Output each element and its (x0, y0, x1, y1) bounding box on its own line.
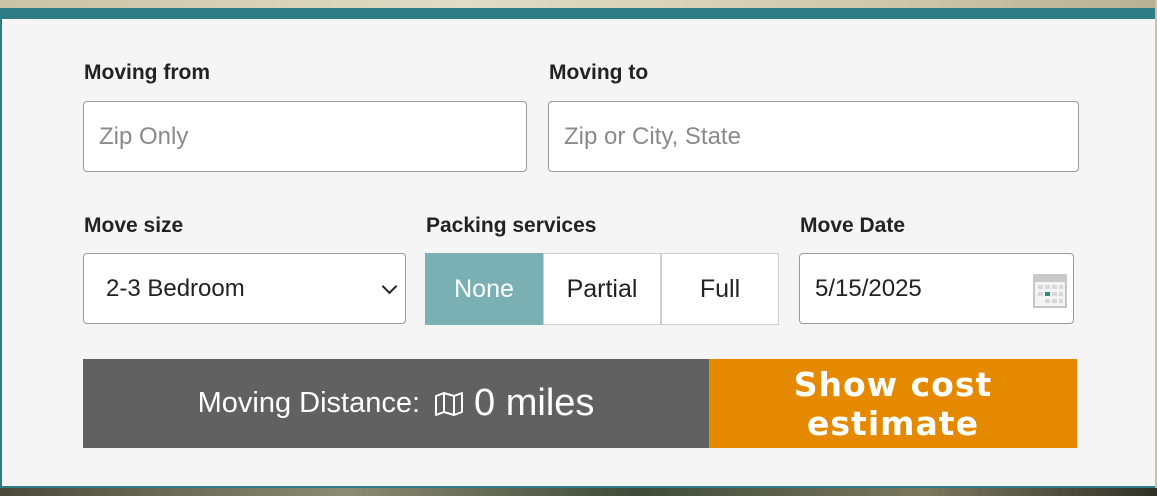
packing-option-full[interactable]: Full (661, 253, 779, 325)
moving-to-label: Moving to (549, 61, 649, 84)
calendar-icon[interactable] (1033, 272, 1067, 308)
move-size-select[interactable]: 2-3 Bedroom (83, 253, 406, 324)
moving-distance-label: Moving Distance: (197, 387, 421, 419)
packing-services-label: Packing services (426, 214, 597, 237)
moving-from-placeholder: Zip Only (99, 122, 189, 150)
move-size-value: 2-3 Bedroom (106, 274, 245, 302)
background-photo-top (0, 0, 1157, 8)
move-date-label: Move Date (800, 214, 906, 237)
move-size-label: Move size (84, 214, 184, 237)
moving-to-placeholder: Zip or City, State (564, 122, 741, 150)
background-photo-bottom (0, 488, 1157, 496)
moving-from-input[interactable]: Zip Only (83, 101, 527, 172)
packing-option-none[interactable]: None (425, 253, 543, 325)
packing-option-partial[interactable]: Partial (543, 253, 661, 325)
move-date-input[interactable]: 5/15/2025 (799, 253, 1074, 324)
chevron-down-icon (381, 278, 398, 295)
moving-to-input[interactable]: Zip or City, State (548, 101, 1079, 172)
moving-from-label: Moving from (84, 61, 210, 84)
map-icon (435, 391, 464, 416)
moving-distance-value: 0 miles (474, 382, 595, 424)
moving-distance-bar: Moving Distance: 0 miles (83, 359, 709, 448)
move-date-value: 5/15/2025 (815, 274, 922, 302)
show-cost-estimate-button[interactable]: Show cost estimate (709, 359, 1077, 448)
